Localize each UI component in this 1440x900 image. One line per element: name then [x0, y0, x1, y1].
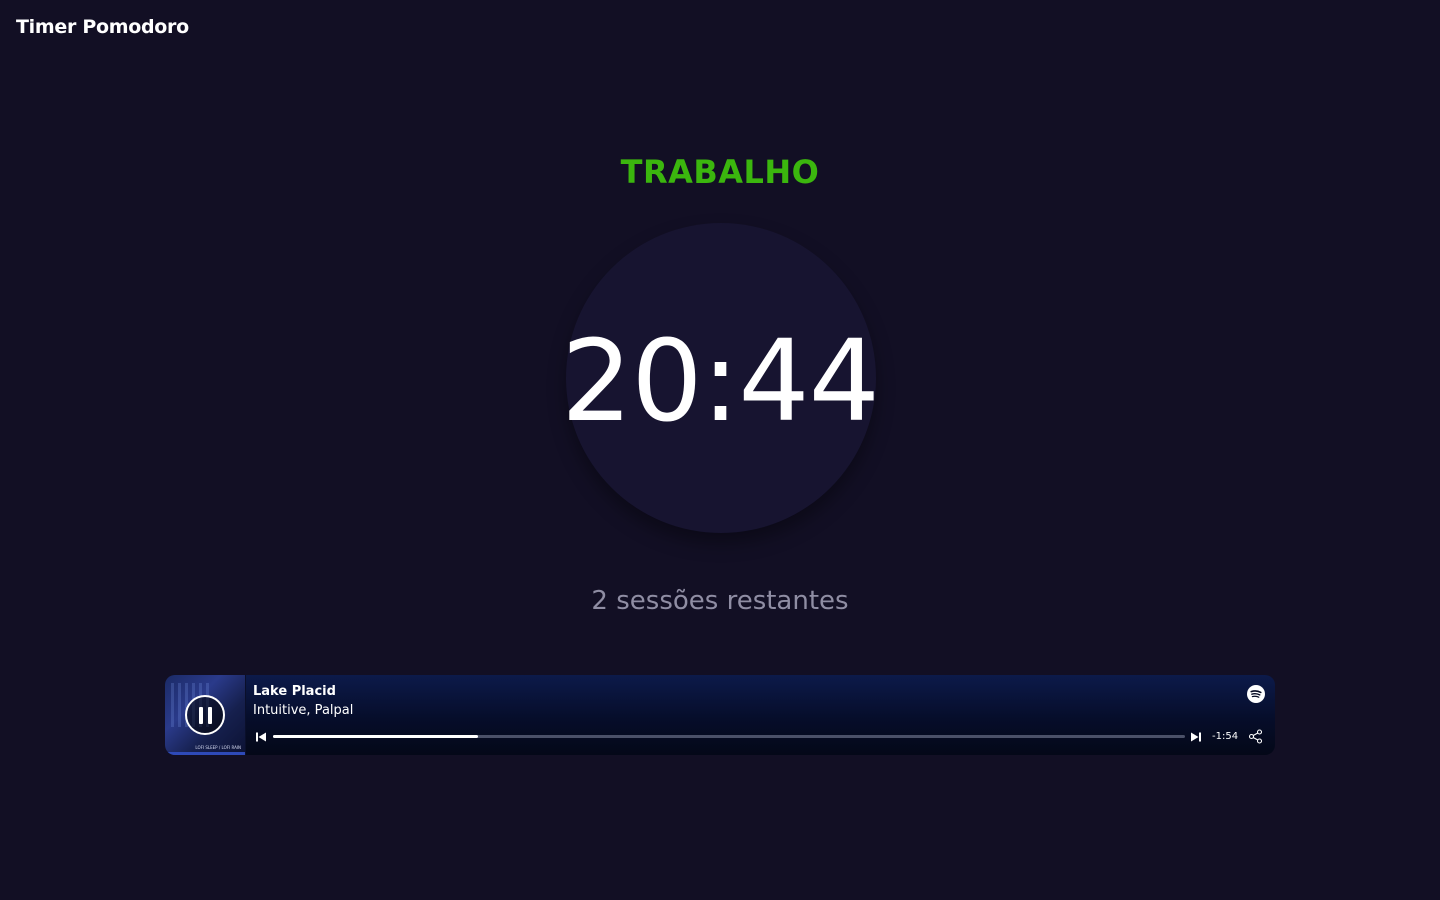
- spotify-icon[interactable]: [1247, 685, 1265, 703]
- pomodoro-app: Timer Pomodoro TRABALHO 20:44 2 sessões …: [0, 0, 1440, 900]
- album-cover: LOFI SLEEP / LOFI RAIN: [165, 675, 246, 755]
- track-artist[interactable]: Intuitive, Palpal: [253, 703, 353, 718]
- cover-caption: LOFI SLEEP / LOFI RAIN: [195, 745, 241, 750]
- share-icon[interactable]: [1248, 729, 1263, 744]
- timer-display: 20:44: [561, 317, 880, 447]
- spotify-player: LOFI SLEEP / LOFI RAIN Lake Placid Intui…: [165, 675, 1275, 755]
- progress-bar[interactable]: [273, 735, 1185, 738]
- mode-label: TRABALHO: [620, 153, 820, 191]
- skip-previous-icon[interactable]: [255, 731, 267, 743]
- sessions-remaining: 2 sessões restantes: [591, 586, 849, 616]
- pause-icon: [199, 707, 203, 724]
- time-remaining: -1:54: [1212, 731, 1239, 742]
- pause-button[interactable]: [185, 695, 225, 735]
- progress-fill: [273, 735, 479, 738]
- app-title: Timer Pomodoro: [16, 16, 189, 38]
- track-title[interactable]: Lake Placid: [253, 684, 336, 699]
- skip-next-icon[interactable]: [1190, 731, 1202, 743]
